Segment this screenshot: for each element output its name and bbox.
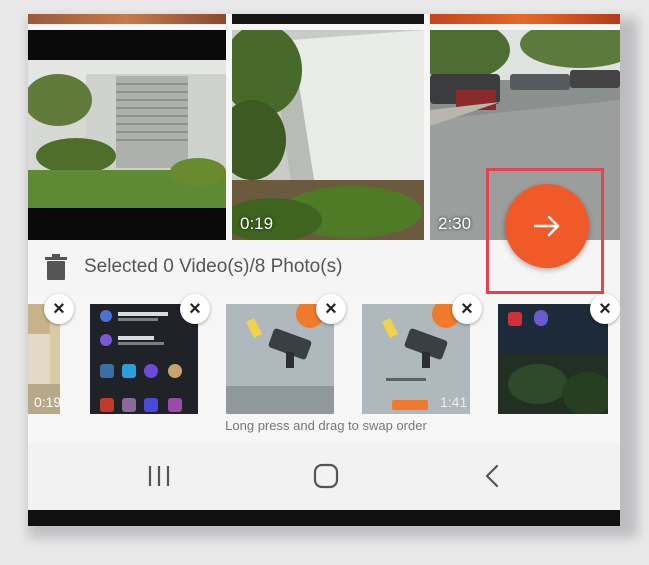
video-duration: 0:19	[34, 394, 60, 410]
selected-item[interactable]	[90, 304, 198, 414]
thumbnail-image	[226, 304, 334, 414]
selected-item[interactable]: 1:41	[362, 304, 470, 414]
highlight-box	[486, 168, 604, 294]
back-icon[interactable]	[483, 464, 503, 488]
gallery-video-thumb[interactable]	[28, 30, 226, 240]
video-duration: 0:19	[240, 214, 274, 233]
thumbnail-image	[28, 30, 226, 240]
system-nav-bar	[28, 442, 620, 510]
remove-button[interactable]: ×	[316, 294, 346, 324]
remove-button[interactable]: ×	[180, 294, 210, 324]
remove-button[interactable]: ×	[452, 294, 482, 324]
thumbnail-image	[498, 304, 608, 414]
reorder-hint: Long press and drag to swap order	[225, 418, 427, 433]
phone-screen: 0:19 2:30 Selected 0 Video(s)/8 Photo(s)	[28, 14, 620, 526]
selection-status: Selected 0 Video(s)/8 Photo(s)	[84, 256, 343, 277]
home-icon[interactable]	[313, 463, 339, 489]
remove-button[interactable]: ×	[590, 294, 620, 324]
remove-button[interactable]: ×	[44, 294, 74, 324]
bottom-edge	[28, 510, 620, 526]
selected-item[interactable]	[498, 304, 608, 414]
previous-row-fragment	[28, 14, 620, 24]
video-duration: 1:41	[440, 394, 468, 410]
thumbnail-image	[232, 30, 424, 240]
video-duration: 2:30	[438, 214, 472, 233]
recent-apps-icon[interactable]	[146, 464, 172, 488]
gallery-video-thumb[interactable]: 0:19	[232, 30, 424, 240]
trash-icon[interactable]	[44, 254, 68, 280]
thumbnail-image	[90, 304, 198, 414]
selected-item[interactable]	[226, 304, 334, 414]
